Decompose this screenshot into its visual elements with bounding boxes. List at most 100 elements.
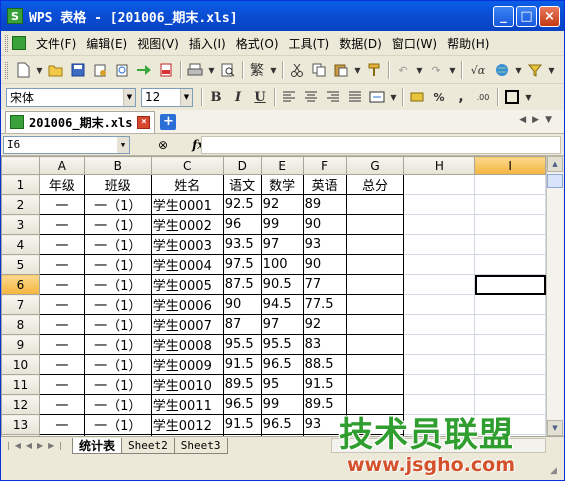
merge-dropdown-icon[interactable]: ▼ (389, 87, 398, 107)
bold-button[interactable]: B (206, 87, 226, 107)
cell-i2[interactable] (474, 194, 546, 215)
cell-e12[interactable]: 99 (260, 394, 304, 415)
cell-i3[interactable] (474, 214, 546, 235)
cell-d10[interactable]: 91.5 (222, 354, 262, 375)
export-pdf-icon[interactable] (156, 60, 176, 80)
cell-i6[interactable] (474, 274, 546, 295)
toolbar-grip[interactable] (5, 34, 8, 52)
cell-e1[interactable]: 数学 (260, 174, 304, 195)
chevron-down-icon[interactable]: ▼ (117, 136, 129, 153)
cell-f11[interactable]: 91.5 (302, 374, 347, 395)
cell-e10[interactable]: 96.5 (260, 354, 304, 375)
column-header-d[interactable]: D (222, 156, 262, 175)
cell-c6[interactable]: 学生0005 (150, 274, 224, 295)
menu-view[interactable]: 视图(V) (132, 35, 184, 52)
cell-e11[interactable]: 95 (260, 374, 304, 395)
row-header[interactable]: 1 (1, 174, 40, 195)
close-button[interactable]: × (539, 6, 560, 27)
cell-b6[interactable]: 一（1） (83, 274, 152, 295)
cell-e5[interactable]: 100 (260, 254, 304, 275)
name-box[interactable]: I6 ▼ (3, 135, 130, 154)
cell-f5[interactable]: 90 (302, 254, 347, 275)
chevron-down-icon[interactable]: ▼ (180, 88, 192, 106)
cell-d6[interactable]: 87.5 (222, 274, 262, 295)
formula-input[interactable] (201, 136, 561, 154)
cell-b2[interactable]: 一（1） (83, 194, 152, 215)
cell-h10[interactable] (403, 354, 476, 375)
column-header-c[interactable]: C (150, 156, 224, 175)
italic-button[interactable]: I (228, 87, 248, 107)
cell-h8[interactable] (403, 314, 476, 335)
format-painter-icon[interactable] (364, 60, 384, 80)
redo-icon[interactable]: ↷ (426, 60, 446, 80)
cell-b9[interactable]: 一（1） (83, 334, 152, 355)
cut-icon[interactable] (287, 60, 307, 80)
sheet-tab-2[interactable]: Sheet2 (121, 437, 175, 454)
cell-e8[interactable]: 97 (260, 314, 304, 335)
cell-i11[interactable] (474, 374, 546, 395)
merge-center-icon[interactable] (367, 87, 387, 107)
cell-f8[interactable]: 92 (302, 314, 347, 335)
sheet-tab-3[interactable]: Sheet3 (173, 437, 228, 454)
scroll-up-icon[interactable]: ▲ (547, 156, 563, 172)
cell-i8[interactable] (474, 314, 546, 335)
justify-icon[interactable] (345, 87, 365, 107)
cell-g2[interactable] (345, 194, 405, 215)
cell-d2[interactable]: 92.5 (222, 194, 262, 215)
increase-decimal-icon[interactable]: .00 (473, 87, 493, 107)
tab-navigation-icon[interactable]: ◀▶▼ (519, 115, 558, 125)
row-header[interactable]: 7 (1, 294, 40, 315)
cell-d13[interactable]: 91.5 (222, 414, 262, 435)
column-header-i[interactable]: I (474, 156, 546, 175)
cell-g9[interactable] (345, 334, 405, 355)
cell-f1[interactable]: 英语 (302, 174, 347, 195)
cell-a4[interactable]: 一 (38, 234, 85, 255)
sheet-table[interactable]: A B C D E F G H I 1 年级 班级 姓名 语文 数学 英语 总分 2 一一（1） 学生0001 92.5… (1, 156, 546, 436)
currency-icon[interactable] (407, 87, 427, 107)
cell-f6[interactable]: 77 (302, 274, 347, 295)
cell-c10[interactable]: 学生0009 (150, 354, 224, 375)
cell-e4[interactable]: 97 (260, 234, 304, 255)
column-header-b[interactable]: B (83, 156, 152, 175)
cell-a11[interactable]: 一 (38, 374, 85, 395)
row-header[interactable]: 2 (1, 194, 40, 215)
cell-d7[interactable]: 90 (222, 294, 262, 315)
undo-icon[interactable]: ↶ (393, 60, 413, 80)
cell-b5[interactable]: 一（1） (83, 254, 152, 275)
row-header[interactable]: 10 (1, 354, 40, 375)
document-tab[interactable]: 201006_期末.xls × (5, 110, 156, 133)
maximize-button[interactable]: □ (516, 6, 537, 27)
cell-c2[interactable]: 学生0001 (150, 194, 224, 215)
cell-h1[interactable] (403, 174, 476, 195)
cell-a7[interactable]: 一 (38, 294, 85, 315)
row-header[interactable]: 13 (1, 414, 40, 435)
row-header[interactable]: 8 (1, 314, 40, 335)
cell-g5[interactable] (345, 254, 405, 275)
cell-i10[interactable] (474, 354, 546, 375)
cell-b7[interactable]: 一（1） (83, 294, 152, 315)
print-icon[interactable] (185, 60, 205, 80)
cell-h9[interactable] (403, 334, 476, 355)
cell-i4[interactable] (474, 234, 546, 255)
cell-b8[interactable]: 一（1） (83, 314, 152, 335)
cell-d12[interactable]: 96.5 (222, 394, 262, 415)
cell-f9[interactable]: 83 (302, 334, 347, 355)
cell-h4[interactable] (403, 234, 476, 255)
cell-c7[interactable]: 学生0006 (150, 294, 224, 315)
cell-a10[interactable]: 一 (38, 354, 85, 375)
cell-a9[interactable]: 一 (38, 334, 85, 355)
row-header[interactable]: 6 (1, 274, 40, 295)
menu-window[interactable]: 窗口(W) (387, 35, 442, 52)
cell-i5[interactable] (474, 254, 546, 275)
cell-c5[interactable]: 学生0004 (150, 254, 224, 275)
save-icon[interactable] (68, 60, 88, 80)
cell-a6[interactable]: 一 (38, 274, 85, 295)
copy-icon[interactable] (309, 60, 329, 80)
cell-c13[interactable]: 学生0012 (150, 414, 224, 435)
cell-h6[interactable] (403, 274, 476, 295)
cell-d3[interactable]: 96 (222, 214, 262, 235)
new-tab-button[interactable]: + (160, 113, 177, 130)
redo-dropdown-icon[interactable]: ▼ (448, 60, 457, 80)
paste-icon[interactable] (331, 60, 351, 80)
menu-tools[interactable]: 工具(T) (284, 35, 335, 52)
